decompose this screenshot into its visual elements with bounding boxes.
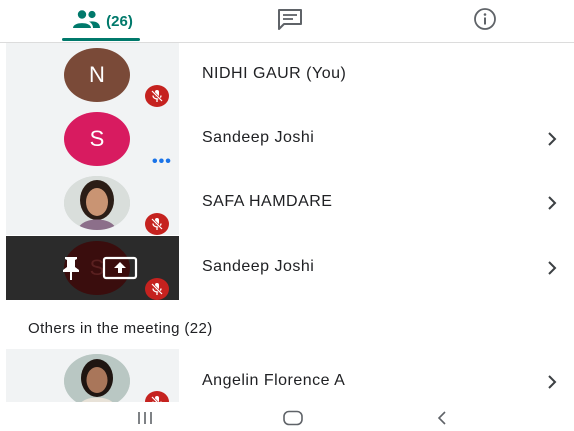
- meeting-participants-screen: (26) N NIDHI GAUR (You) S ••• Sandeep Jo…: [0, 0, 574, 431]
- chevron-right-icon[interactable]: [545, 129, 559, 149]
- avatar: [64, 354, 130, 402]
- avatar-area: [6, 171, 179, 235]
- chevron-right-icon[interactable]: [545, 372, 559, 392]
- chevron-right-icon[interactable]: [545, 258, 559, 278]
- avatar: [64, 176, 130, 230]
- tab-chat[interactable]: [255, 0, 325, 42]
- info-icon: [473, 7, 497, 36]
- avatar-initial: S: [89, 126, 105, 151]
- participant-name: SAFA HAMDARE: [202, 193, 333, 210]
- avatar-area: [6, 349, 179, 402]
- avatar: N: [64, 48, 130, 102]
- chevron-right-icon[interactable]: [545, 193, 559, 213]
- participant-name: NIDHI GAUR (You): [202, 65, 347, 82]
- participant-row-you[interactable]: N NIDHI GAUR (You): [0, 43, 574, 107]
- people-icon: [71, 9, 101, 34]
- participant-name: Angelin Florence A: [202, 372, 346, 389]
- avatar-area: S •••: [6, 107, 179, 171]
- people-count: (26): [106, 12, 133, 30]
- chat-icon: [277, 8, 303, 35]
- tab-info[interactable]: [450, 0, 520, 42]
- avatar-initial: N: [89, 62, 105, 87]
- tab-bar: (26): [0, 0, 574, 43]
- muted-mic-icon: [145, 85, 169, 107]
- participant-name: Sandeep Joshi: [202, 258, 315, 275]
- pin-icon[interactable]: [60, 255, 82, 281]
- back-icon[interactable]: [430, 408, 454, 428]
- recent-apps-icon[interactable]: [130, 408, 160, 428]
- tab-people[interactable]: (26): [54, 0, 150, 42]
- participant-row[interactable]: Angelin Florence A: [0, 349, 574, 402]
- avatar: S: [64, 112, 130, 166]
- avatar-area: N: [6, 43, 179, 107]
- participant-row[interactable]: SAFA HAMDARE: [0, 171, 574, 235]
- muted-mic-icon: [145, 213, 169, 235]
- participant-name: Sandeep Joshi: [202, 129, 315, 146]
- others-section-header: Others in the meeting (22): [28, 320, 213, 337]
- muted-mic-icon: [145, 391, 169, 402]
- speaking-indicator-icon: •••: [152, 153, 172, 170]
- system-navigation-bar: [0, 402, 574, 431]
- participant-row[interactable]: S ••• Sandeep Joshi: [0, 107, 574, 171]
- participant-row-presenting[interactable]: S Sandeep Joshi: [0, 236, 574, 300]
- muted-mic-icon: [145, 278, 169, 300]
- presenting-screen-icon: [102, 256, 138, 280]
- avatar-area: S: [6, 236, 179, 300]
- active-tab-indicator: [62, 38, 140, 41]
- home-icon[interactable]: [278, 408, 308, 428]
